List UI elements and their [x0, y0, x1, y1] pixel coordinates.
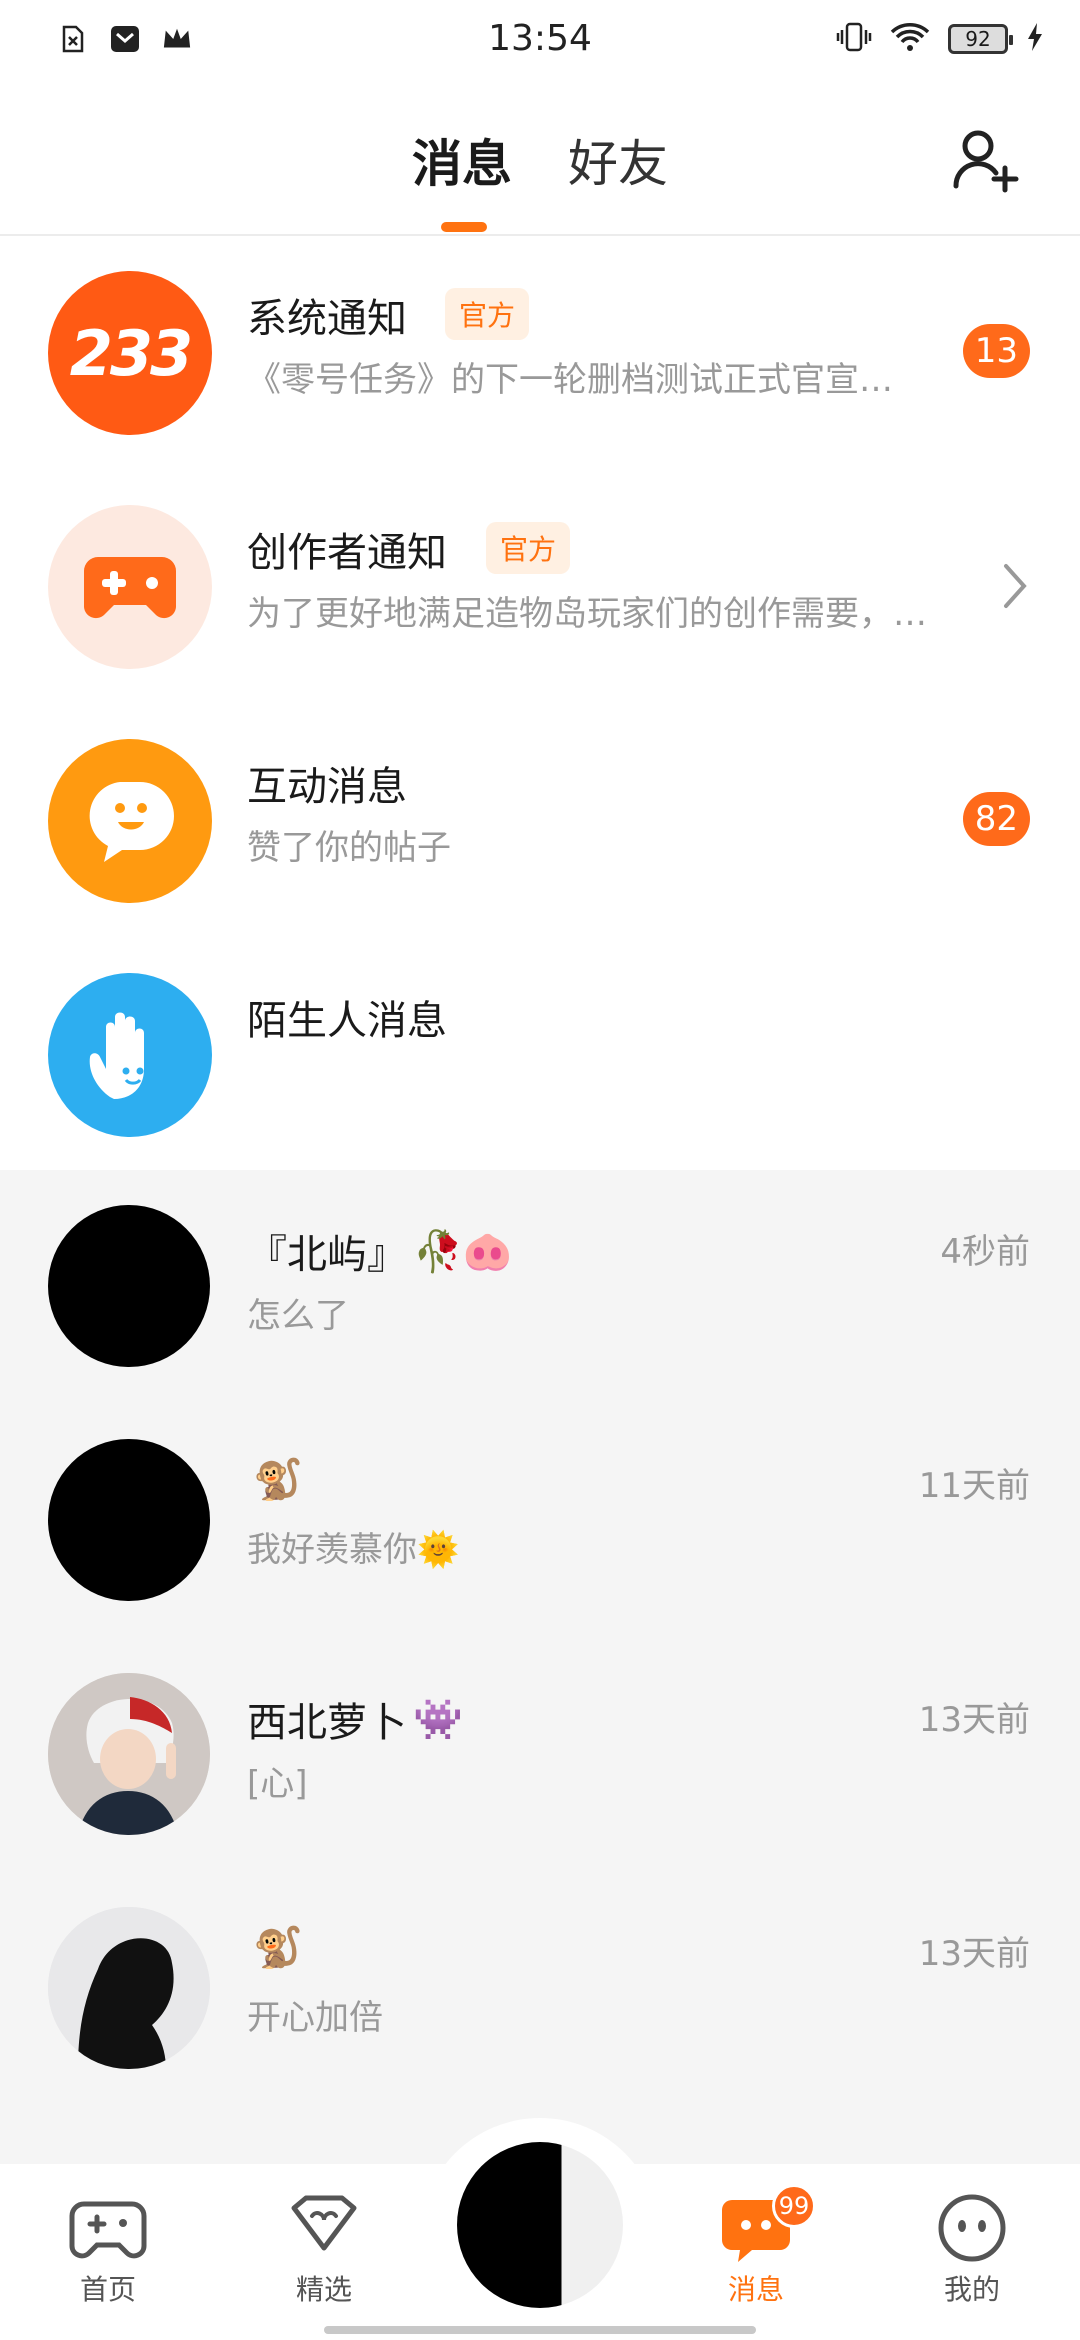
avatar-233-logo: 233: [69, 316, 193, 390]
chat-time: 13天前: [918, 1700, 1030, 1740]
avatar: [48, 1673, 210, 1835]
chat-preview: 我好羡慕你🌞: [247, 1530, 460, 1570]
waving-hand-icon: [89, 1012, 144, 1099]
creator-notice-title: 创作者通知: [247, 530, 447, 576]
interaction-messages-preview: 赞了你的帖子: [247, 828, 451, 868]
avatar: [48, 1907, 210, 2069]
status-right-icons: 92: [836, 22, 1044, 56]
anime-character-avatar: [48, 1673, 210, 1835]
creator-notice-preview: 为了更好地满足造物岛玩家们的创作需要，…: [247, 594, 927, 634]
interaction-messages-title: 互动消息: [247, 764, 407, 810]
chat-name: 『北屿』 🥀🐽: [247, 1222, 513, 1280]
battery-level: 92: [965, 27, 991, 51]
creator-notice-row[interactable]: 创作者通知 官方 为了更好地满足造物岛玩家们的创作需要，…: [0, 470, 1080, 704]
gamepad-icon: [69, 2201, 147, 2259]
tab-indicator: [441, 222, 487, 232]
home-indicator[interactable]: [324, 2326, 756, 2334]
charging-icon: [1026, 22, 1044, 56]
avatar: [48, 1205, 210, 1367]
official-notifications: 233 系统通知 官方 《零号任务》的下一轮删档测试正式官宣… 13 创作者通知…: [0, 236, 1080, 1170]
gamepad-icon: [84, 557, 176, 619]
nav-label: 我的: [943, 2273, 1000, 2306]
chat-row[interactable]: 🐒 开心加倍 13天前: [0, 1872, 1080, 2106]
contact-name: 『北屿』: [247, 1232, 407, 1278]
creator-notice-avatar: [48, 505, 212, 669]
chat-list: 『北屿』 🥀🐽 怎么了 4秒前 🐒 我好羡慕你🌞 11天前 西北萝卜 👾 [心]…: [0, 1170, 1080, 2170]
nav-unread-badge: 99: [772, 2184, 816, 2228]
silhouette-avatar: [48, 1907, 210, 2069]
chat-time: 13天前: [918, 1934, 1030, 1974]
name-emoji: 👾: [413, 1696, 463, 1743]
unread-badge: 13: [962, 324, 1030, 378]
nav-home[interactable]: 首页: [48, 2190, 168, 2308]
stranger-messages-row[interactable]: 陌生人消息: [0, 938, 1080, 1172]
chat-row[interactable]: 西北萝卜 👾 [心] 13天前: [0, 1638, 1080, 1872]
chat-row[interactable]: 『北屿』 🥀🐽 怎么了 4秒前: [0, 1170, 1080, 1404]
avatar: [48, 1439, 210, 1601]
tab-messages[interactable]: 消息: [412, 124, 512, 196]
system-notice-title: 系统通知: [247, 296, 407, 342]
name-emoji: 🐒: [253, 1925, 303, 1971]
vibrate-icon: [836, 22, 872, 56]
system-notice-preview: 《零号任务》的下一轮删档测试正式官宣…: [247, 360, 893, 400]
chat-name: 西北萝卜 👾: [247, 1690, 463, 1748]
interaction-messages-avatar: [48, 739, 212, 903]
message-icon-wrap: 99: [716, 2184, 816, 2266]
profile-face-icon: [938, 2194, 1006, 2262]
unread-badge: 82: [962, 792, 1030, 846]
nav-label: 首页: [79, 2273, 136, 2306]
nav-label: 消息: [727, 2273, 784, 2306]
nav-label: 精选: [295, 2273, 352, 2306]
header: 消息 好友: [0, 84, 1080, 236]
interaction-messages-row[interactable]: 互动消息 赞了你的帖子 82: [0, 704, 1080, 938]
name-emoji: 🐒: [253, 1457, 303, 1503]
contact-name: 西北萝卜: [247, 1700, 407, 1746]
chat-time: 4秒前: [940, 1232, 1030, 1272]
chat-preview: [心]: [247, 1764, 308, 1804]
nav-featured[interactable]: 精选: [264, 2190, 384, 2308]
chat-time: 11天前: [918, 1466, 1030, 1506]
stranger-messages-avatar: [48, 973, 212, 1137]
wifi-icon: [890, 22, 930, 56]
chat-name: 🐒: [247, 1924, 303, 1971]
heart-badge-icon: [291, 2195, 357, 2251]
tab-friends[interactable]: 好友: [568, 124, 668, 196]
chat-row[interactable]: 🐒 我好羡慕你🌞 11天前: [0, 1404, 1080, 1638]
system-notice-avatar: 233: [48, 271, 212, 435]
nav-messages[interactable]: 99 消息: [696, 2184, 816, 2308]
nav-profile[interactable]: 我的: [912, 2190, 1032, 2308]
chat-preview: 怎么了: [247, 1296, 349, 1336]
battery-icon: 92: [948, 24, 1013, 54]
chat-preview: 开心加倍: [247, 1998, 383, 2038]
status-bar: 13:54 92: [0, 0, 1080, 84]
stranger-messages-title: 陌生人消息: [247, 998, 447, 1044]
chevron-right-icon: [1004, 564, 1027, 608]
name-emoji: 🥀🐽: [413, 1228, 513, 1275]
chat-name: 🐒: [247, 1456, 303, 1503]
official-tag: 官方: [486, 522, 571, 574]
chat-bubble-icon: [89, 782, 174, 862]
add-user-icon[interactable]: [950, 124, 1022, 196]
system-notice-row[interactable]: 233 系统通知 官方 《零号任务》的下一轮删档测试正式官宣… 13: [0, 236, 1080, 470]
center-action-button[interactable]: [457, 2142, 623, 2308]
official-tag: 官方: [445, 288, 530, 340]
